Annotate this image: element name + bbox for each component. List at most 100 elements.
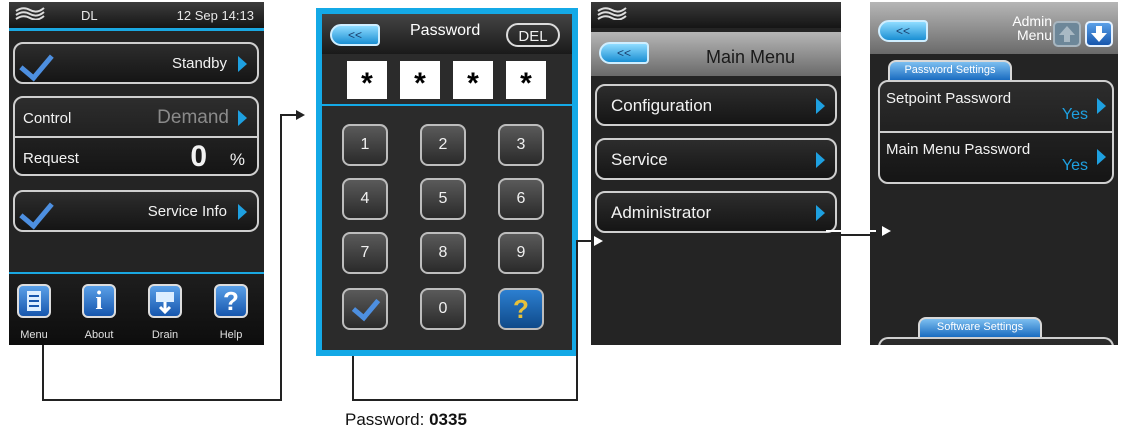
main-menu-password-label: Main Menu Password xyxy=(886,141,1031,158)
service-info-button[interactable]: Service Info xyxy=(13,190,259,232)
administrator-item[interactable]: Administrator xyxy=(595,191,837,233)
service-item[interactable]: Service xyxy=(595,138,837,180)
back-button[interactable]: << xyxy=(330,24,380,46)
control-value: Demand xyxy=(157,107,229,128)
menu-button[interactable] xyxy=(17,284,51,318)
divider xyxy=(322,104,572,106)
password-digit-field[interactable]: * xyxy=(506,61,546,100)
status-panel[interactable]: Control Demand Request 0 % xyxy=(13,96,259,176)
key-3[interactable]: 3 xyxy=(498,124,544,166)
connector-line xyxy=(576,240,592,242)
divider xyxy=(9,28,264,31)
key-1[interactable]: 1 xyxy=(342,124,388,166)
status-bar xyxy=(591,2,841,28)
checkmark-icon xyxy=(351,291,381,322)
chevron-right-icon xyxy=(816,98,825,114)
arrow-down-icon xyxy=(1091,26,1107,42)
key-8[interactable]: 8 xyxy=(420,232,466,274)
configuration-item[interactable]: Configuration xyxy=(595,84,837,126)
software-settings-panel xyxy=(878,337,1114,345)
divider xyxy=(15,136,257,138)
brand-logo-icon xyxy=(597,7,627,20)
help-icon: ? xyxy=(513,294,529,324)
back-button[interactable]: << xyxy=(878,20,928,42)
brand-logo-icon xyxy=(15,7,45,20)
menu-document-icon xyxy=(27,291,41,311)
caption-prefix: Password: xyxy=(345,410,430,429)
connector-line xyxy=(576,240,578,401)
request-unit: % xyxy=(229,150,245,169)
scroll-up-button[interactable] xyxy=(1053,21,1081,47)
administrator-label: Administrator xyxy=(611,203,712,222)
password-screen: << Password DEL * * * * 1 2 3 4 5 6 7 8 … xyxy=(316,8,578,356)
standby-button[interactable]: Standby xyxy=(13,42,259,84)
connector-line xyxy=(826,230,876,232)
key-6[interactable]: 6 xyxy=(498,178,544,220)
password-digit-field[interactable]: * xyxy=(400,61,440,100)
delete-button[interactable]: DEL xyxy=(506,23,560,47)
control-label: Control xyxy=(23,110,72,127)
key-4[interactable]: 4 xyxy=(342,178,388,220)
status-bar: DL 12 Sep 14:13 xyxy=(9,2,264,28)
key-9[interactable]: 9 xyxy=(498,232,544,274)
request-label: Request xyxy=(23,150,79,167)
scroll-down-button[interactable] xyxy=(1085,21,1113,47)
connector-line xyxy=(352,356,354,401)
chevron-right-icon xyxy=(1097,98,1106,114)
checkmark-icon xyxy=(19,45,54,82)
key-7[interactable]: 7 xyxy=(342,232,388,274)
help-button[interactable]: ? xyxy=(214,284,248,318)
help-icon: ? xyxy=(223,286,239,316)
password-digit-field[interactable]: * xyxy=(347,61,387,100)
password-settings-tab[interactable]: Password Settings xyxy=(888,60,1012,80)
admin-menu-screen: << Admin Menu Password Settings Setpoint… xyxy=(870,2,1118,345)
page-title: Password xyxy=(410,22,481,39)
connector-line xyxy=(826,234,876,236)
back-button[interactable]: << xyxy=(599,42,649,64)
setpoint-password-item[interactable]: Setpoint Password Yes xyxy=(880,82,1112,132)
caption-password-value: 0335 xyxy=(429,410,467,429)
help-caption: Help xyxy=(219,329,243,341)
setpoint-password-value: Yes xyxy=(1061,106,1088,123)
configuration-label: Configuration xyxy=(611,96,713,115)
page-title: Admin Menu xyxy=(1012,13,1052,43)
help-button[interactable]: ? xyxy=(498,288,544,330)
datetime: 12 Sep 14:13 xyxy=(176,8,254,23)
connector-line xyxy=(42,345,44,401)
info-icon: i xyxy=(95,286,103,315)
software-settings-tab[interactable]: Software Settings xyxy=(918,317,1042,337)
main-menu-screen: << Main Menu Configuration Service Admin… xyxy=(591,2,841,345)
connector-line xyxy=(42,399,282,401)
main-menu-password-item[interactable]: Main Menu Password Yes xyxy=(880,133,1112,183)
arrow-up-icon xyxy=(1059,26,1075,42)
arrow-right-icon xyxy=(882,226,891,236)
main-menu-password-value: Yes xyxy=(1061,157,1088,174)
service-label: Service xyxy=(611,150,668,169)
chevron-right-icon xyxy=(1097,149,1106,165)
drain-button[interactable] xyxy=(148,284,182,318)
password-digit-field[interactable]: * xyxy=(453,61,493,100)
setpoint-password-label: Setpoint Password xyxy=(886,90,1012,107)
confirm-button[interactable] xyxy=(342,288,388,330)
request-value: 0 xyxy=(190,140,207,173)
key-2[interactable]: 2 xyxy=(420,124,466,166)
chevron-right-icon xyxy=(238,56,247,72)
arrow-right-icon xyxy=(594,236,603,246)
drain-caption: Drain xyxy=(151,329,179,341)
password-settings-panel: Setpoint Password Yes Main Menu Password… xyxy=(878,80,1114,184)
key-0[interactable]: 0 xyxy=(420,288,466,330)
chevron-right-icon xyxy=(816,205,825,221)
user-label: DL xyxy=(81,8,98,23)
menu-caption: Menu xyxy=(20,329,48,341)
key-5[interactable]: 5 xyxy=(420,178,466,220)
about-button[interactable]: i xyxy=(82,284,116,318)
standby-label: Standby xyxy=(171,55,227,72)
connector-line xyxy=(280,114,282,401)
service-info-label: Service Info xyxy=(147,203,227,220)
home-screen: DL 12 Sep 14:13 Standby Control Demand R… xyxy=(9,2,264,345)
connector-line xyxy=(352,399,578,401)
about-caption: About xyxy=(84,329,114,341)
checkmark-icon xyxy=(19,193,54,230)
chevron-right-icon xyxy=(816,152,825,168)
chevron-right-icon xyxy=(238,110,247,126)
